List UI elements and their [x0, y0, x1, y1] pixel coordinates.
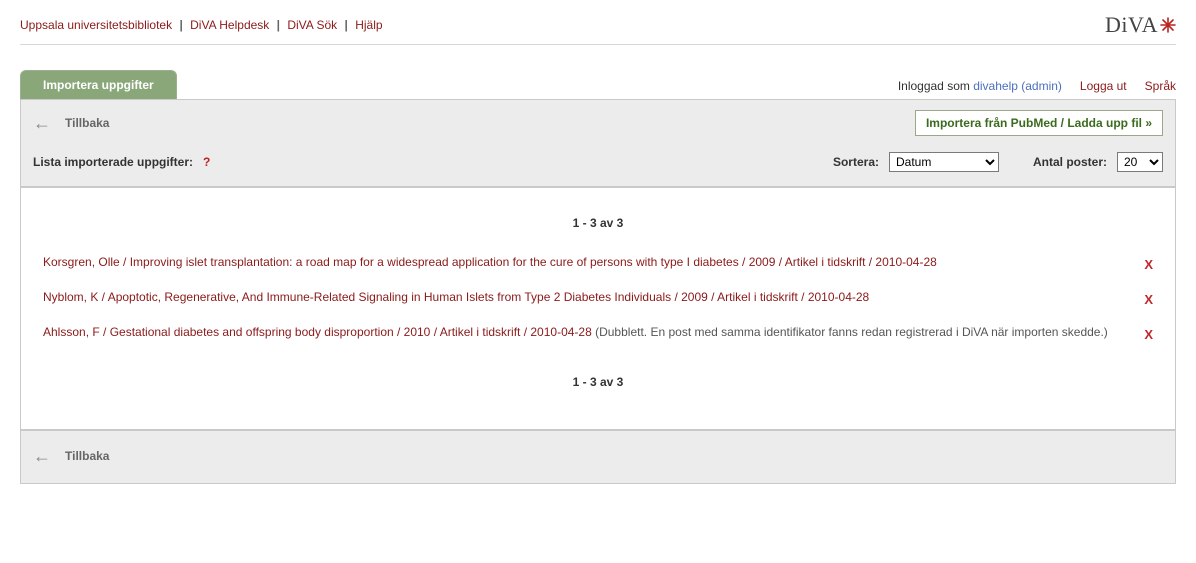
star-icon [1160, 17, 1176, 33]
login-user[interactable]: divahelp (admin) [973, 79, 1062, 93]
sort-select[interactable]: Datum [889, 152, 999, 172]
logout-link[interactable]: Logga ut [1080, 79, 1127, 93]
login-prefix: Inloggad som [898, 79, 970, 93]
separator: | [175, 18, 186, 32]
top-link-search[interactable]: DiVA Sök [287, 18, 337, 32]
top-link-help[interactable]: Hjälp [355, 18, 382, 32]
back-link-bottom[interactable]: ← Tillbaka [33, 449, 109, 463]
record-link[interactable]: Korsgren, Olle / Improving islet transpl… [43, 255, 937, 269]
top-link-helpdesk[interactable]: DiVA Helpdesk [190, 18, 269, 32]
login-status: Inloggad som divahelp (admin) Logga ut S… [898, 79, 1176, 99]
separator: | [341, 18, 352, 32]
top-bar: Uppsala universitetsbibliotek | DiVA Hel… [20, 8, 1176, 45]
record-link[interactable]: Ahlsson, F / Gestational diabetes and of… [43, 325, 592, 339]
separator: | [273, 18, 284, 32]
import-pubmed-button[interactable]: Importera från PubMed / Ladda upp fil » [915, 110, 1163, 136]
count-select[interactable]: 20 [1117, 152, 1163, 172]
tab-import[interactable]: Importera uppgifter [20, 70, 177, 99]
list-item: Korsgren, Olle / Improving islet transpl… [43, 250, 1153, 285]
list-heading: Lista importerade uppgifter: [33, 155, 193, 169]
record-note: (Dubblett. En post med samma identifikat… [592, 325, 1108, 339]
language-link[interactable]: Språk [1145, 79, 1176, 93]
toolbar-panel: ← Tillbaka Importera från PubMed / Ladda… [20, 99, 1176, 187]
top-links: Uppsala universitetsbibliotek | DiVA Hel… [20, 18, 383, 32]
pager-bottom: 1 - 3 av 3 [43, 355, 1153, 389]
pager-top: 1 - 3 av 3 [43, 206, 1153, 250]
list-item: Ahlsson, F / Gestational diabetes and of… [43, 320, 1153, 355]
results-panel: 1 - 3 av 3 Korsgren, Olle / Improving is… [20, 187, 1176, 430]
back-link-top[interactable]: ← Tillbaka [33, 116, 109, 130]
help-icon[interactable]: ? [203, 155, 210, 169]
record-link[interactable]: Nyblom, K / Apoptotic, Regenerative, And… [43, 290, 869, 304]
count-label: Antal poster: [1033, 155, 1107, 169]
top-link-library[interactable]: Uppsala universitetsbibliotek [20, 18, 172, 32]
delete-icon[interactable]: X [1144, 289, 1153, 310]
delete-icon[interactable]: X [1144, 324, 1153, 345]
sort-label: Sortera: [833, 155, 879, 169]
delete-icon[interactable]: X [1144, 254, 1153, 275]
tab-row: Importera uppgifter Inloggad som divahel… [20, 71, 1176, 99]
diva-logo: DiVA [1105, 12, 1176, 38]
list-item: Nyblom, K / Apoptotic, Regenerative, And… [43, 285, 1153, 320]
footer-panel: ← Tillbaka [20, 430, 1176, 484]
